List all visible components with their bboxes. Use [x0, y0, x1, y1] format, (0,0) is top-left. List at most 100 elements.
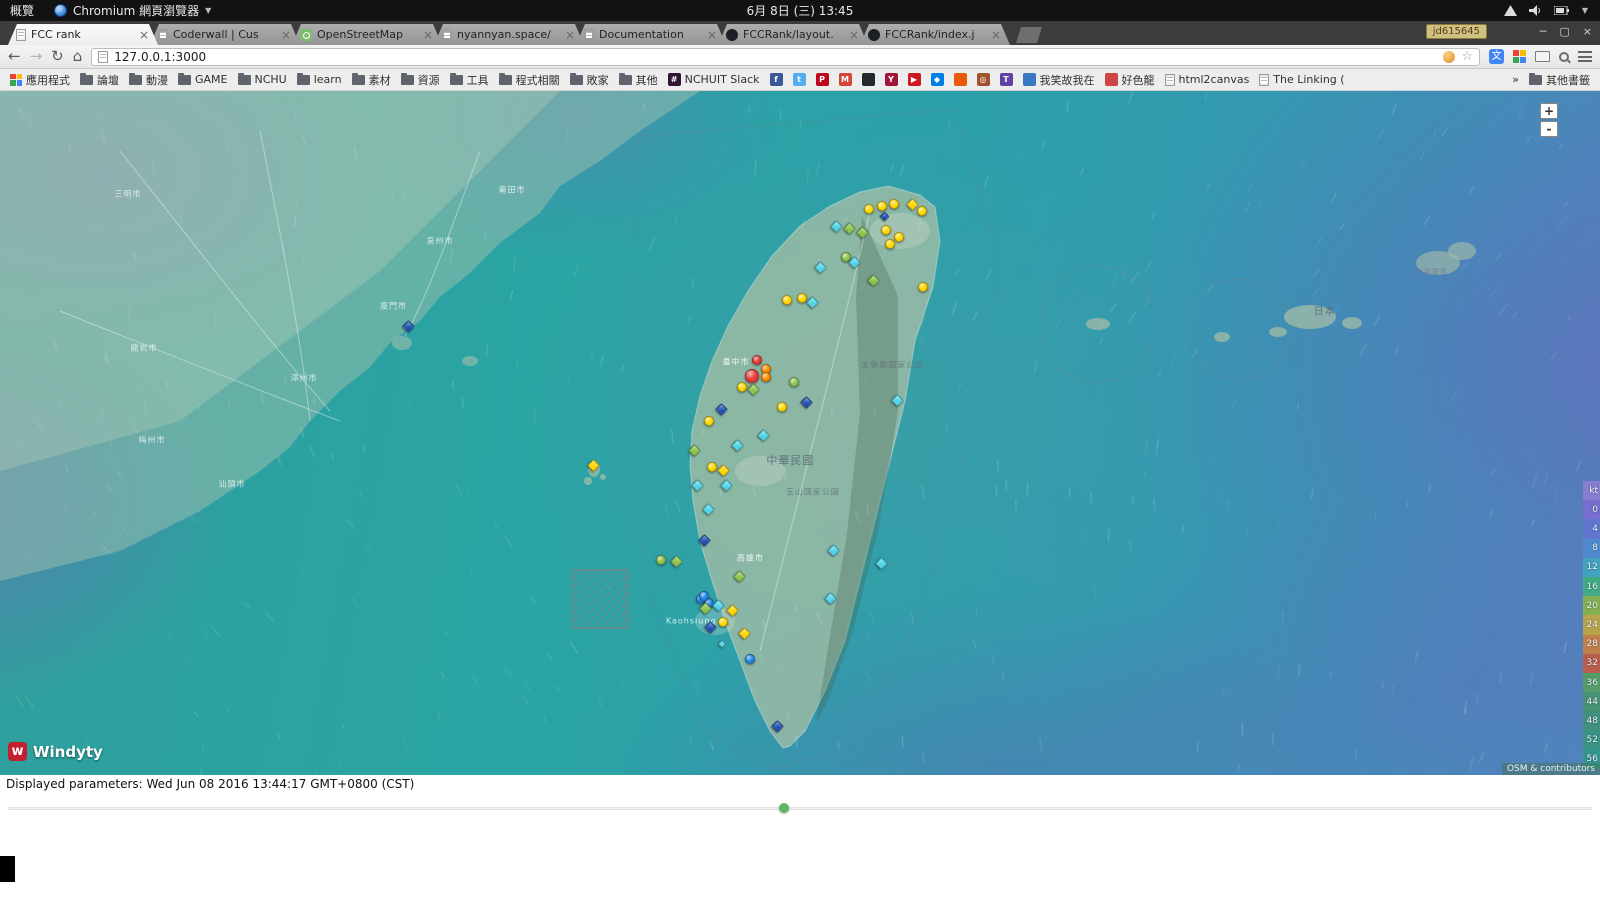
map-marker-cyan-diamond[interactable] — [720, 479, 733, 493]
apps-grid-icon[interactable] — [1513, 50, 1526, 63]
map-marker-green-circle[interactable] — [655, 554, 666, 565]
tab[interactable]: nyannyan.space/ × — [434, 24, 584, 45]
bookmark-html2canvas[interactable]: html2canvas — [1161, 72, 1254, 87]
map-marker-blue-diamond[interactable] — [879, 211, 890, 222]
close-button[interactable]: × — [1583, 25, 1592, 38]
bookmark-learn[interactable]: learn — [293, 72, 346, 87]
map-marker-blue-diamond[interactable] — [715, 402, 728, 416]
other-bookmarks-folder[interactable]: 其他書籤 — [1525, 71, 1594, 89]
map-marker-yellow-circle[interactable] — [737, 382, 748, 393]
bookmark-NCHU[interactable]: NCHU — [234, 72, 291, 87]
map-marker-green-diamond[interactable] — [856, 226, 869, 239]
map-marker-yellow-circle[interactable] — [894, 231, 905, 242]
bookmark-素材[interactable]: 素材 — [348, 71, 395, 89]
map-marker-yellow-circle[interactable] — [881, 224, 892, 235]
bookmark-facebook[interactable]: f — [766, 72, 787, 87]
battery-icon[interactable] — [1553, 6, 1570, 15]
map-marker-yellow-diamond[interactable] — [716, 464, 730, 477]
bookmark-其他[interactable]: 其他 — [615, 71, 662, 89]
bookmark-woxiao[interactable]: 我笑故我在 — [1019, 71, 1099, 89]
translate-icon[interactable]: 文 — [1489, 49, 1504, 64]
tab-close-icon[interactable]: × — [564, 30, 576, 40]
map-marker-green-diamond[interactable] — [688, 443, 701, 457]
bookmark-twitter[interactable]: t — [789, 72, 810, 87]
network-icon[interactable] — [1503, 5, 1517, 16]
bookmark-論壇[interactable]: 論壇 — [76, 71, 123, 89]
url-text[interactable]: 127.0.0.1:3000 — [114, 50, 1437, 64]
map-marker-blue-diamond[interactable] — [771, 720, 784, 733]
map-marker-red-circle[interactable] — [745, 369, 759, 384]
map-marker-yellow-circle[interactable] — [918, 281, 929, 292]
timeline-track[interactable] — [8, 807, 1592, 810]
map-marker-cyan-diamond[interactable] — [702, 503, 716, 516]
map-marker-cyan-diamond[interactable] — [875, 557, 888, 571]
bookmark-應用程式[interactable]: 應用程式 — [6, 71, 74, 89]
tab-close-icon[interactable]: × — [280, 30, 292, 40]
bookmark-youtube[interactable]: ▶ — [904, 72, 925, 87]
bookmark-dropbox[interactable]: ◆ — [927, 72, 948, 87]
map-marker-cyan-diamond[interactable] — [814, 261, 828, 274]
map-marker-cyan-diamond[interactable] — [806, 295, 820, 309]
bookmark-twitch[interactable]: T — [996, 72, 1017, 87]
home-button[interactable]: ⌂ — [73, 49, 83, 64]
map-marker-green-circle[interactable] — [788, 377, 799, 388]
address-bar[interactable]: 127.0.0.1:3000 ☆ — [91, 47, 1480, 66]
zoom-in-button[interactable]: + — [1540, 103, 1558, 119]
screen-capture-icon[interactable] — [1535, 51, 1550, 62]
map-marker-yellow-diamond[interactable] — [737, 627, 751, 640]
new-tab-button[interactable] — [1016, 27, 1042, 43]
system-menu-caret-icon[interactable]: ▼ — [1582, 6, 1588, 15]
map-marker-yellow-diamond[interactable] — [587, 459, 600, 473]
bookmark-The Linking ([interactable]: The Linking ( — [1255, 72, 1348, 87]
maximize-button[interactable]: ▢ — [1559, 25, 1569, 38]
bookmark-slack[interactable]: # NCHUIT Slack — [664, 72, 764, 87]
bookmark-資源[interactable]: 資源 — [397, 71, 444, 89]
bookmark-orange-site[interactable] — [950, 72, 971, 87]
map-marker-yellow-diamond[interactable] — [726, 603, 740, 617]
map-marker-blue-diamond[interactable] — [401, 319, 415, 333]
reload-button[interactable]: ↻ — [51, 49, 64, 64]
bookmark-github[interactable] — [858, 72, 879, 87]
app-indicator[interactable]: Chromium 網頁瀏覽器 ▼ — [54, 2, 211, 19]
clock[interactable]: 6月 8日 (三) 13:45 — [747, 2, 854, 19]
map-marker-green-diamond[interactable] — [670, 555, 684, 568]
bookmark-pinterest[interactable]: P — [812, 72, 833, 87]
map-marker-blue-diamond[interactable] — [697, 534, 711, 547]
tab[interactable]: Coderwall | Cus × — [150, 24, 300, 45]
map-marker-cyan-diamond[interactable] — [717, 640, 726, 649]
bookmark-GAME[interactable]: GAME — [174, 72, 232, 87]
map-marker-blue2-circle[interactable] — [699, 590, 709, 601]
bookmark-yahoo[interactable]: Y — [881, 72, 902, 87]
map-marker-green-diamond[interactable] — [867, 274, 880, 287]
map-marker-yellow-circle[interactable] — [889, 198, 900, 209]
minimize-button[interactable]: ─ — [1540, 25, 1547, 38]
map-marker-cyan-diamond[interactable] — [824, 592, 837, 605]
map-marker-yellow-circle[interactable] — [707, 462, 717, 473]
bookmark-敗家[interactable]: 敗家 — [566, 71, 613, 89]
map-marker-green-diamond[interactable] — [843, 222, 856, 235]
map-marker-blue-diamond[interactable] — [704, 620, 717, 634]
tab-close-icon[interactable]: × — [990, 30, 1002, 40]
map-marker-yellow-circle[interactable] — [884, 239, 895, 250]
map-marker-cyan-diamond[interactable] — [830, 220, 844, 233]
tab[interactable]: FCCRank/layout. × — [718, 24, 868, 45]
map-marker-blue2-circle[interactable] — [745, 654, 756, 665]
map-marker-blue-diamond[interactable] — [800, 396, 813, 410]
tab-close-icon[interactable]: × — [422, 30, 434, 40]
map-marker-yellow-circle[interactable] — [782, 294, 793, 305]
map-marker-cyan-diamond[interactable] — [691, 479, 704, 493]
bookmark-haoselong[interactable]: 好色龍 — [1101, 71, 1159, 89]
bookmark-工具[interactable]: 工具 — [446, 71, 493, 89]
map-marker-cyan-diamond[interactable] — [756, 429, 770, 443]
map-marker-yellow-circle[interactable] — [916, 205, 927, 216]
map-marker-yellow-circle[interactable] — [718, 616, 729, 627]
map-marker-yellow-circle[interactable] — [876, 200, 887, 211]
map-marker-yellow-circle[interactable] — [863, 204, 874, 215]
back-button[interactable]: ← — [8, 49, 21, 64]
tab[interactable]: FCCRank/index.j × — [860, 24, 1010, 45]
map-marker-cyan-diamond[interactable] — [712, 598, 725, 612]
tab[interactable]: OpenStreetMap × — [292, 24, 442, 45]
bookmark-star-icon[interactable]: ☆ — [1461, 49, 1473, 64]
timeline-handle[interactable] — [779, 803, 789, 813]
bookmarks-overflow-button[interactable]: » — [1508, 72, 1523, 87]
